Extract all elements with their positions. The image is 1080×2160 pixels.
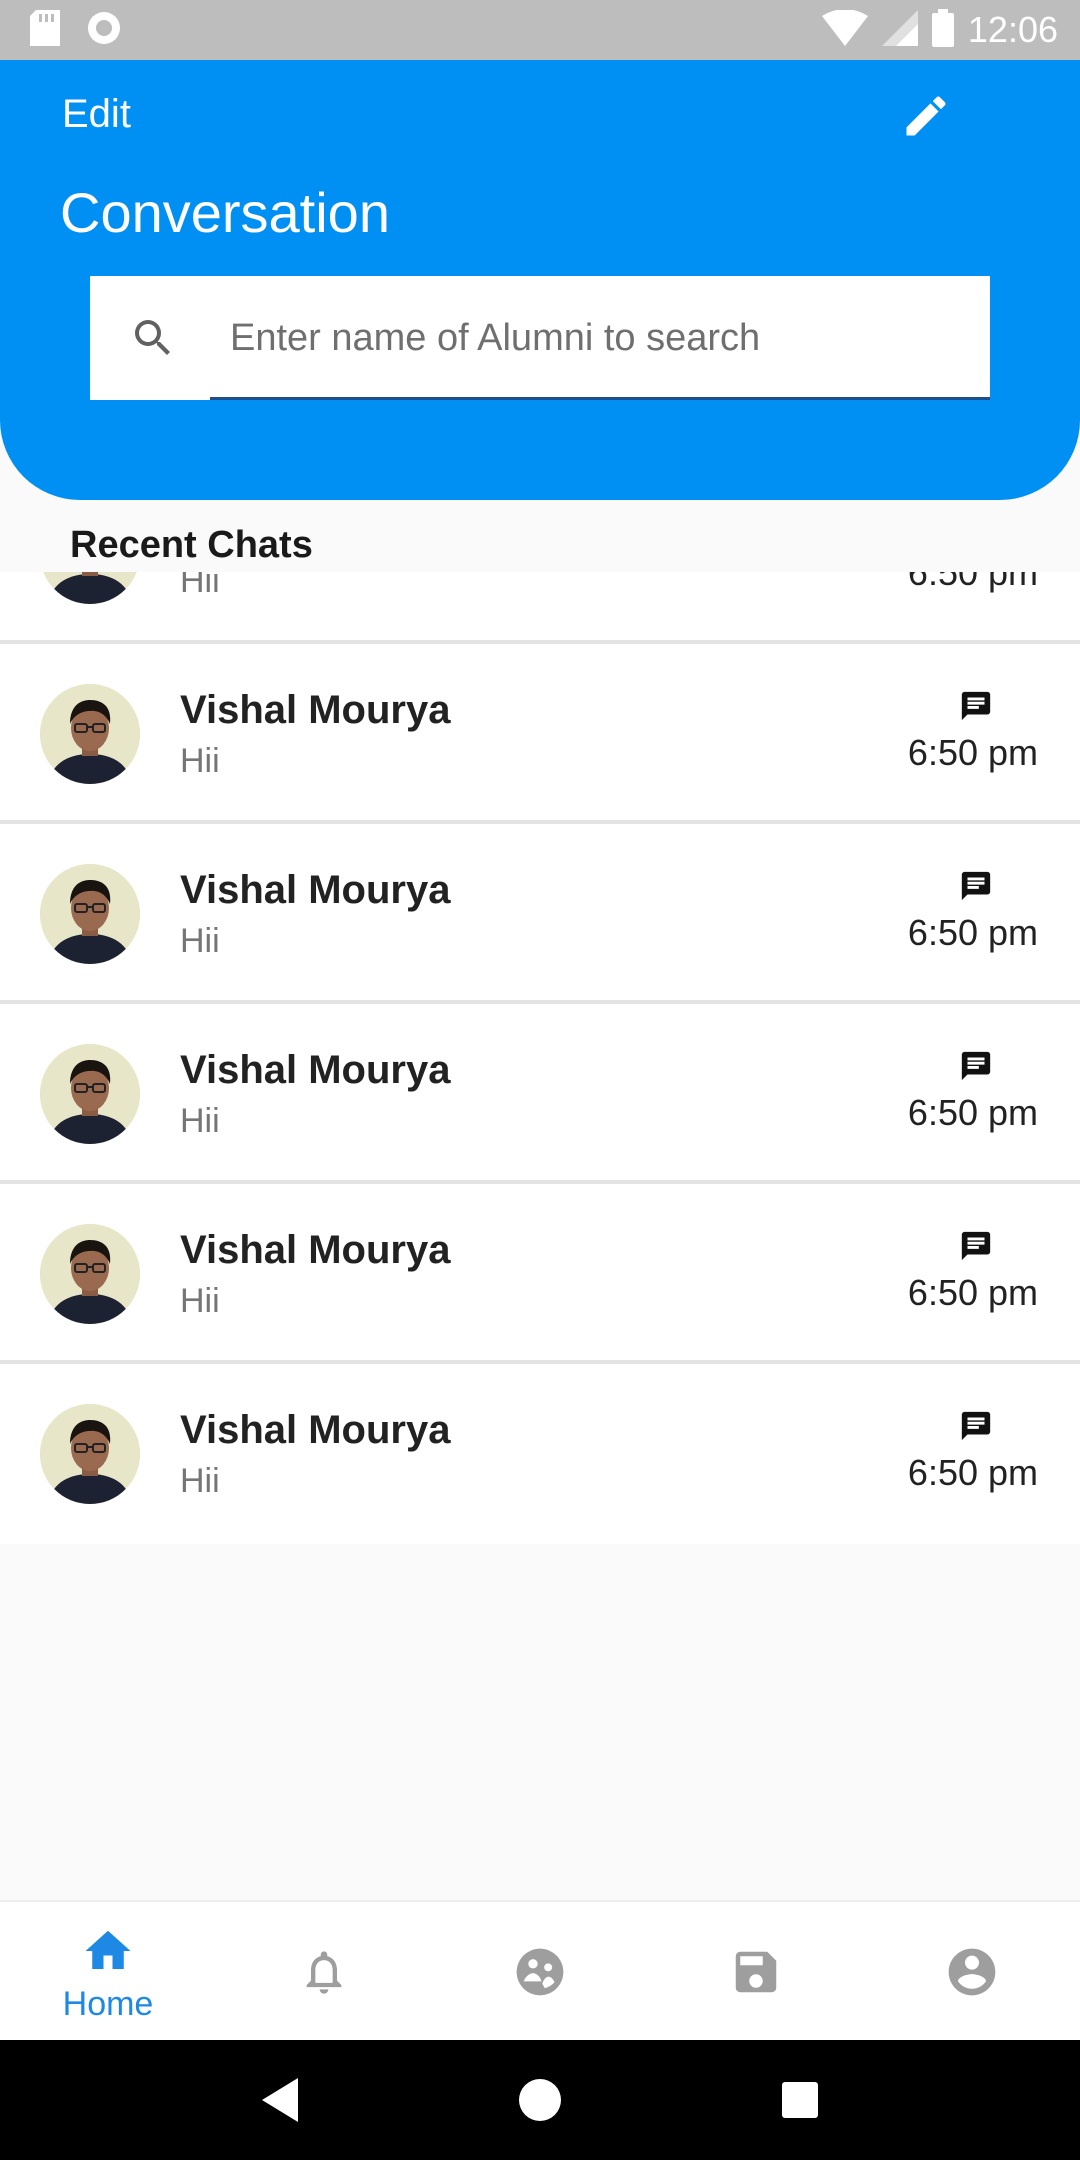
recents-icon[interactable] [760, 2060, 840, 2140]
message-icon [958, 868, 994, 904]
back-icon[interactable] [240, 2060, 320, 2140]
profile-icon [944, 1944, 1000, 2005]
page-title: Conversation [60, 181, 390, 244]
sd-card-icon [30, 9, 60, 51]
chat-list-content: Vishal Mourya Hii 6:50 pm Vishal Mourya Hii 6… [0, 572, 1080, 1544]
chat-row[interactable]: Vishal Mourya Hii 6:50 pm [0, 1004, 1080, 1184]
search-bar[interactable] [90, 276, 990, 400]
chat-message-preview: Hii [180, 1462, 220, 1500]
status-right: 12:06 [821, 8, 1058, 52]
chat-row[interactable]: Vishal MouryaHii6:50 pm [0, 572, 1080, 644]
nav-home-label: Home [62, 1985, 154, 2023]
chat-timestamp: 6:50 pm [907, 732, 1038, 773]
chat-message-preview: Hii [180, 922, 220, 960]
message-icon [958, 1048, 994, 1084]
pencil-icon[interactable] [896, 86, 956, 146]
avatar [40, 1224, 140, 1324]
wifi-icon [821, 8, 868, 51]
chat-message-preview: Hii [180, 572, 220, 600]
chat-timestamp: 6:50 pm [907, 1092, 1038, 1133]
chat-timestamp: 6:50 pm [907, 572, 1038, 593]
bottom-navigation: Home [0, 1900, 1080, 2040]
status-bar: 12:06 [0, 0, 1080, 60]
bell-icon [298, 1946, 350, 2003]
chat-contact-name: Vishal Mourya [180, 1228, 451, 1272]
message-icon [958, 1408, 994, 1444]
system-navigation-bar [0, 2040, 1080, 2160]
chat-row[interactable]: Vishal Mourya Hii 6:50 pm [0, 644, 1080, 824]
search-underline [210, 397, 990, 400]
chat-row[interactable]: Vishal Mourya Hii 6:50 pm [0, 824, 1080, 1004]
save-icon [729, 1945, 783, 2004]
message-icon [958, 1228, 994, 1264]
chat-row[interactable]: Vishal Mourya Hii 6:50 pm [0, 1184, 1080, 1364]
chat-timestamp: 6:50 pm [907, 1452, 1038, 1493]
avatar [40, 1044, 140, 1144]
chat-contact-name: Vishal Mourya [180, 688, 451, 732]
chat-message-preview: Hii [180, 742, 220, 780]
edit-button[interactable]: Edit [62, 92, 131, 137]
chat-timestamp: 6:50 pm [907, 1272, 1038, 1313]
chat-contact-name: Vishal Mourya [180, 1048, 451, 1092]
home-icon [81, 1924, 135, 1983]
status-left [30, 9, 122, 51]
record-icon [86, 10, 122, 51]
home-circle-icon[interactable] [500, 2060, 580, 2140]
avatar [40, 864, 140, 964]
nav-home[interactable]: Home [0, 1902, 216, 2040]
status-time: 12:06 [967, 9, 1058, 50]
conversation-header: Edit Conversation [0, 60, 1080, 500]
avatar [40, 684, 140, 784]
nav-notifications[interactable] [216, 1902, 432, 2040]
chat-row[interactable]: Vishal Mourya Hii 6:50 pm [0, 1364, 1080, 1544]
nav-community[interactable] [432, 1902, 648, 2040]
chat-message-preview: Hii [180, 1102, 220, 1140]
nav-saved[interactable] [648, 1902, 864, 2040]
avatar [40, 572, 140, 604]
signal-icon [881, 9, 918, 51]
avatar [40, 1404, 140, 1504]
chat-list[interactable]: Vishal Mourya Hii 6:50 pm Vishal Mourya Hii 6… [0, 572, 1080, 1548]
nav-profile[interactable] [864, 1902, 1080, 2040]
message-icon [958, 688, 994, 724]
chat-contact-name: Vishal Mourya [180, 1408, 451, 1452]
chat-contact-name: Vishal Mourya [180, 868, 451, 912]
chat-message-preview: Hii [180, 1282, 220, 1320]
community-icon [512, 1944, 568, 2005]
recent-chats-heading: Recent Chats [70, 524, 313, 566]
battery-icon [931, 8, 954, 52]
search-input[interactable] [160, 276, 990, 400]
chat-timestamp: 6:50 pm [907, 912, 1038, 953]
